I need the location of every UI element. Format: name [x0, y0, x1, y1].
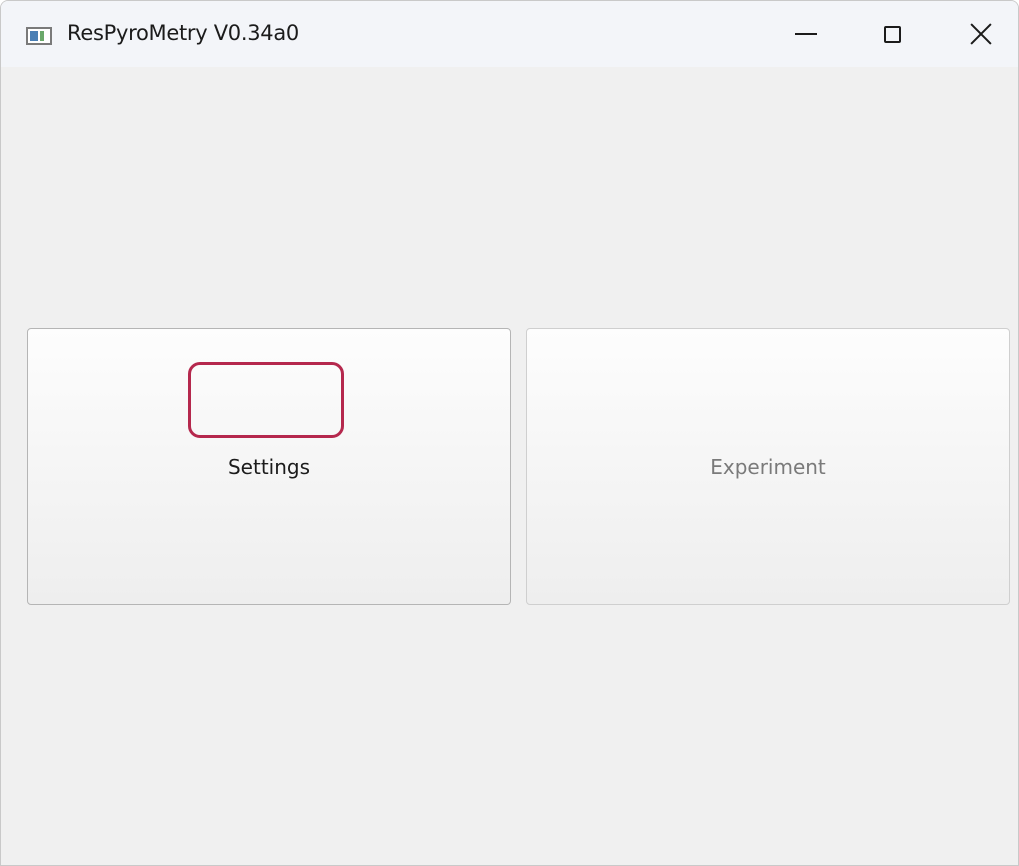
main-content: Settings Experiment — [1, 67, 1018, 865]
maximize-icon — [883, 25, 901, 43]
minimize-icon — [795, 33, 817, 35]
experiment-button-label: Experiment — [710, 454, 826, 479]
close-button[interactable] — [941, 1, 1018, 67]
minimize-button[interactable] — [766, 1, 846, 67]
close-icon — [970, 23, 992, 45]
app-window-icon — [26, 27, 52, 45]
window-title: ResPyroMetry V0.34a0 — [67, 21, 299, 45]
settings-button-label: Settings — [227, 454, 311, 479]
experiment-button[interactable]: Experiment — [526, 328, 1010, 605]
title-bar[interactable]: ResPyroMetry V0.34a0 — [1, 1, 1018, 67]
settings-button[interactable]: Settings — [27, 328, 511, 605]
app-window: ResPyroMetry V0.34a0 Settings Experiment — [0, 0, 1019, 866]
maximize-button[interactable] — [852, 1, 932, 67]
